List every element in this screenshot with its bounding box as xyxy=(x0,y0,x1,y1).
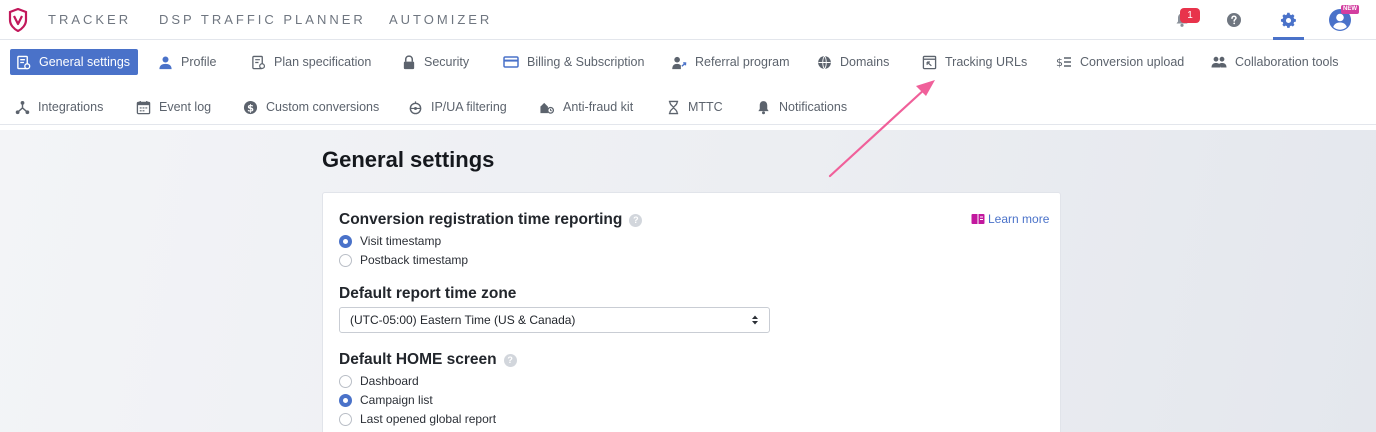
tab-mttc[interactable]: MTTC xyxy=(667,94,723,120)
section-title-text: Default HOME screen xyxy=(339,351,497,368)
top-navigation-bar: TRACKER DSP TRAFFIC PLANNER AUTOMIZER 1 … xyxy=(0,0,1376,40)
default-timezone-title: Default report time zone xyxy=(339,285,516,303)
settings-button[interactable] xyxy=(1276,8,1300,32)
tab-label: General settings xyxy=(39,55,131,69)
tab-plan-specification[interactable]: Plan specification xyxy=(251,49,371,75)
bell-icon xyxy=(758,100,769,114)
logo-icon[interactable] xyxy=(8,8,28,32)
radio-last-opened-global-report[interactable]: Last opened global report xyxy=(339,412,496,426)
tab-tracking-urls[interactable]: Tracking URLs xyxy=(922,49,1027,75)
tab-label: Referral program xyxy=(695,55,790,69)
tab-conversion-upload[interactable]: $ Conversion upload xyxy=(1056,49,1184,75)
referral-icon xyxy=(672,56,687,69)
hourglass-icon xyxy=(668,100,679,114)
radio-label: Last opened global report xyxy=(360,412,497,426)
dollar-icon: $ xyxy=(243,100,258,114)
radio-dashboard[interactable]: Dashboard xyxy=(339,374,419,388)
gear-icon xyxy=(1280,12,1296,28)
radio-label: Visit timestamp xyxy=(360,234,442,248)
radio-label: Dashboard xyxy=(360,374,419,388)
tab-collaboration-tools[interactable]: Collaboration tools xyxy=(1211,49,1339,75)
tracking-url-icon xyxy=(922,55,937,69)
radio-postback-timestamp[interactable]: Postback timestamp xyxy=(339,253,468,267)
new-badge: NEW xyxy=(1341,5,1359,14)
svg-text:$: $ xyxy=(247,103,254,114)
tab-label: Plan specification xyxy=(274,55,372,69)
page-title: General settings xyxy=(322,147,495,172)
tab-custom-conversions[interactable]: $ Custom conversions xyxy=(243,94,379,120)
integrations-icon xyxy=(15,100,30,114)
calendar-icon xyxy=(136,100,151,114)
tab-label: Security xyxy=(424,55,470,69)
timezone-value: (UTC-05:00) Eastern Time (US & Canada) xyxy=(350,313,576,327)
tab-integrations[interactable]: Integrations xyxy=(15,94,103,120)
tab-label: Integrations xyxy=(38,100,104,114)
tab-billing-subscription[interactable]: Billing & Subscription xyxy=(503,49,644,75)
tab-label: Notifications xyxy=(779,100,848,114)
tab-row-divider xyxy=(0,124,1376,125)
people-icon xyxy=(1211,56,1227,68)
radio-label: Campaign list xyxy=(360,393,433,407)
tab-label: Profile xyxy=(181,55,217,69)
radio-button[interactable] xyxy=(339,412,352,426)
section-title-text: Default report time zone xyxy=(339,285,517,302)
help-icon xyxy=(1227,13,1241,27)
help-icon[interactable]: ? xyxy=(503,353,517,367)
section-title-text: Conversion registration time reporting xyxy=(339,211,623,228)
notification-count-badge: 1 xyxy=(1180,8,1200,23)
anti-fraud-icon xyxy=(540,102,555,114)
sort-arrows-icon xyxy=(752,315,758,325)
help-button[interactable] xyxy=(1222,8,1246,32)
svg-text:$: $ xyxy=(1056,56,1063,69)
nav-automizer[interactable]: AUTOMIZER xyxy=(389,12,492,27)
help-icon[interactable]: ? xyxy=(629,213,643,227)
tab-label: Custom conversions xyxy=(266,100,380,114)
tab-security[interactable]: Security xyxy=(402,49,469,75)
plan-icon xyxy=(252,55,266,69)
tab-event-log[interactable]: Event log xyxy=(136,94,211,120)
tab-ip-ua-filtering[interactable]: IP/UA filtering xyxy=(408,94,507,120)
globe-icon xyxy=(818,55,831,69)
tab-label: Collaboration tools xyxy=(1235,55,1339,69)
radio-button[interactable] xyxy=(339,253,352,267)
book-icon xyxy=(971,214,985,224)
general-settings-icon xyxy=(17,55,31,69)
filter-icon xyxy=(409,100,422,114)
tab-profile[interactable]: Profile xyxy=(158,49,216,75)
tab-label: Domains xyxy=(840,55,890,69)
nav-tracker[interactable]: TRACKER xyxy=(48,12,131,27)
radio-campaign-list[interactable]: Campaign list xyxy=(339,393,433,407)
radio-visit-timestamp[interactable]: Visit timestamp xyxy=(339,234,441,248)
tab-label: IP/UA filtering xyxy=(431,100,507,114)
tab-label: Billing & Subscription xyxy=(527,55,645,69)
radio-button-checked[interactable] xyxy=(339,234,352,248)
tab-anti-fraud-kit[interactable]: Anti-fraud kit xyxy=(539,94,633,120)
tab-label: Conversion upload xyxy=(1080,55,1185,69)
nav-dsp-traffic-planner[interactable]: DSP TRAFFIC PLANNER xyxy=(159,12,366,27)
person-icon xyxy=(159,56,172,69)
tab-label: Anti-fraud kit xyxy=(563,100,634,114)
conversion-upload-icon: $ xyxy=(1056,56,1071,69)
conversion-registration-title: Conversion registration time reporting ? xyxy=(339,211,643,229)
tab-referral-program[interactable]: Referral program xyxy=(671,49,789,75)
tab-domains[interactable]: Domains xyxy=(817,49,889,75)
credit-card-icon xyxy=(503,56,519,68)
learn-more-text: Learn more xyxy=(988,212,1050,226)
radio-label: Postback timestamp xyxy=(360,253,469,267)
learn-more-link[interactable]: Learn more xyxy=(971,212,1049,226)
radio-button[interactable] xyxy=(339,374,352,388)
default-home-screen-title: Default HOME screen ? xyxy=(339,351,517,369)
tab-label: MTTC xyxy=(688,100,723,114)
tab-label: Event log xyxy=(159,100,212,114)
tab-general-settings[interactable]: General settings xyxy=(10,49,139,75)
general-settings-card: Conversion registration time reporting ?… xyxy=(322,192,1061,432)
timezone-select[interactable]: (UTC-05:00) Eastern Time (US & Canada) xyxy=(339,307,770,333)
radio-button-checked[interactable] xyxy=(339,393,352,407)
lock-icon xyxy=(403,54,415,69)
tab-notifications[interactable]: Notifications xyxy=(756,94,847,120)
tab-label: Tracking URLs xyxy=(945,55,1028,69)
